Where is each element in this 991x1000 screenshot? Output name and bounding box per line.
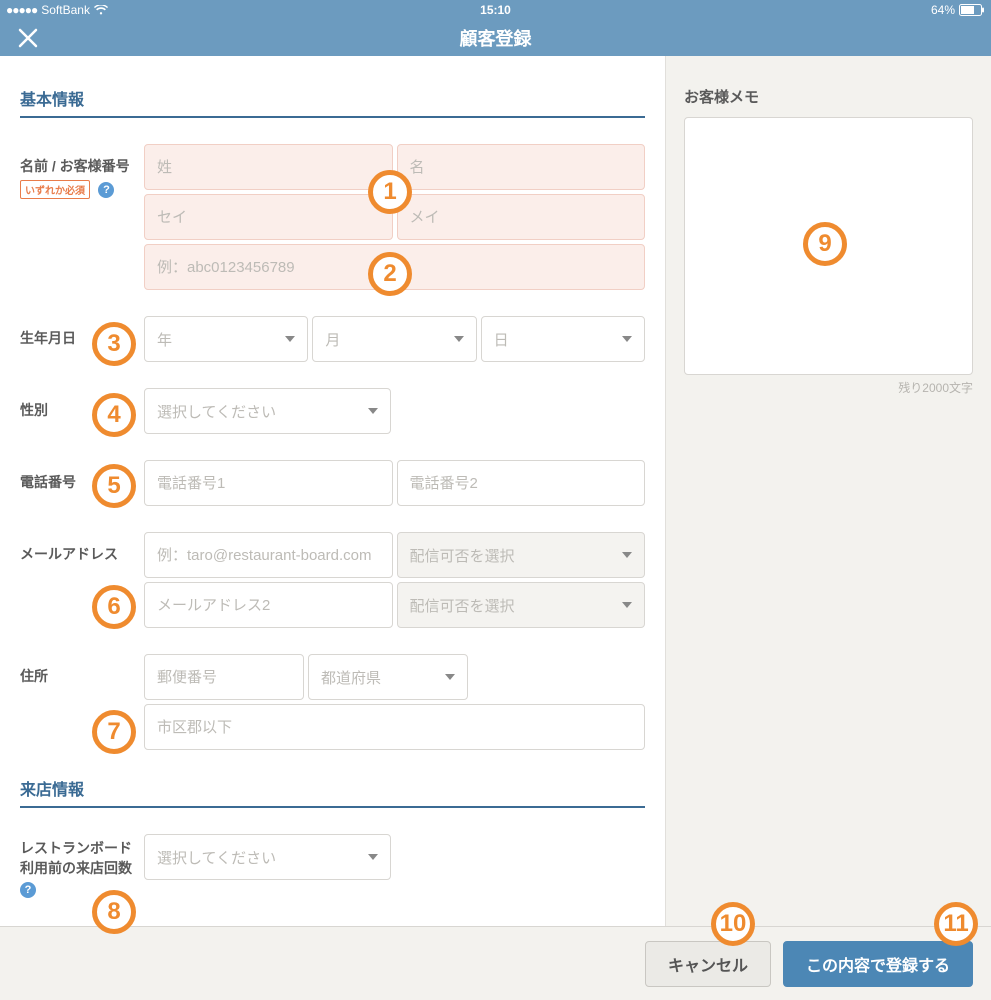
month-select[interactable]: 月 (312, 316, 476, 362)
status-time: 15:10 (480, 3, 511, 17)
annotation-10: 10 (711, 902, 755, 946)
gender-select[interactable]: 選択してください (144, 388, 391, 434)
prefecture-select-label: 都道府県 (321, 667, 381, 688)
annotation-11: 11 (934, 902, 978, 946)
annotation-7: 7 (92, 710, 136, 754)
gender-select-label: 選択してください (157, 401, 276, 422)
label-name: 名前 / お客様番号 (20, 156, 144, 176)
status-bar: ●●●●● SoftBank 15:10 64% (0, 0, 991, 20)
wifi-icon (94, 5, 108, 15)
title-bar: 顧客登録 (0, 20, 991, 56)
prefecture-select[interactable]: 都道府県 (308, 654, 468, 700)
year-select[interactable]: 年 (144, 316, 308, 362)
footer-bar: キャンセル この内容で登録する (0, 926, 991, 1000)
firstname-kanji-input[interactable] (397, 144, 646, 190)
memo-title: お客様メモ (684, 86, 973, 107)
section-visit-title: 来店情報 (20, 776, 645, 808)
chevron-down-icon (622, 602, 632, 608)
lastname-kanji-input[interactable] (144, 144, 393, 190)
section-basic-title: 基本情報 (20, 86, 645, 118)
annotation-5: 5 (92, 464, 136, 508)
battery-icon (959, 4, 985, 16)
help-icon[interactable]: ? (98, 182, 114, 198)
chevron-down-icon (368, 408, 378, 414)
label-address: 住所 (20, 666, 144, 686)
prior-visits-label: 選択してください (157, 847, 276, 868)
email1-input[interactable] (144, 532, 393, 578)
annotation-2: 2 (368, 252, 412, 296)
signal-dots-icon: ●●●●● (6, 3, 37, 17)
firstname-kana-input[interactable] (397, 194, 646, 240)
label-email: メールアドレス (20, 544, 144, 564)
annotation-1: 1 (368, 170, 412, 214)
year-select-label: 年 (157, 329, 172, 350)
annotation-9: 9 (803, 222, 847, 266)
phone2-input[interactable] (397, 460, 646, 506)
chevron-down-icon (622, 336, 632, 342)
help-icon[interactable]: ? (20, 882, 36, 898)
submit-button[interactable]: この内容で登録する (783, 941, 973, 987)
chevron-down-icon (368, 854, 378, 860)
memo-panel: お客様メモ 残り2000文字 (666, 56, 991, 926)
page-title: 顧客登録 (460, 25, 532, 51)
lastname-kana-input[interactable] (144, 194, 393, 240)
close-icon (17, 27, 39, 49)
cancel-button[interactable]: キャンセル (645, 941, 771, 987)
email2-delivery-label: 配信可否を選択 (410, 595, 515, 616)
annotation-8: 8 (92, 890, 136, 934)
annotation-4: 4 (92, 393, 136, 437)
email1-delivery-select[interactable]: 配信可否を選択 (397, 532, 646, 578)
phone1-input[interactable] (144, 460, 393, 506)
day-select-label: 日 (494, 329, 509, 350)
email1-delivery-label: 配信可否を選択 (410, 545, 515, 566)
chevron-down-icon (622, 552, 632, 558)
required-badge: いずれか必須 (20, 180, 90, 199)
close-button[interactable] (14, 24, 42, 52)
month-select-label: 月 (325, 329, 340, 350)
chevron-down-icon (445, 674, 455, 680)
memo-counter: 残り2000文字 (684, 379, 973, 396)
email2-delivery-select[interactable]: 配信可否を選択 (397, 582, 646, 628)
annotation-3: 3 (92, 322, 136, 366)
postal-input[interactable] (144, 654, 304, 700)
chevron-down-icon (454, 336, 464, 342)
annotation-6: 6 (92, 585, 136, 629)
chevron-down-icon (285, 336, 295, 342)
prior-visits-select[interactable]: 選択してください (144, 834, 391, 880)
city-input[interactable] (144, 704, 645, 750)
battery-percent: 64% (931, 3, 955, 17)
label-prior-visits: レストランボード利用前の来店回数 (20, 838, 144, 878)
email2-input[interactable] (144, 582, 393, 628)
carrier-label: SoftBank (41, 3, 90, 17)
day-select[interactable]: 日 (481, 316, 645, 362)
